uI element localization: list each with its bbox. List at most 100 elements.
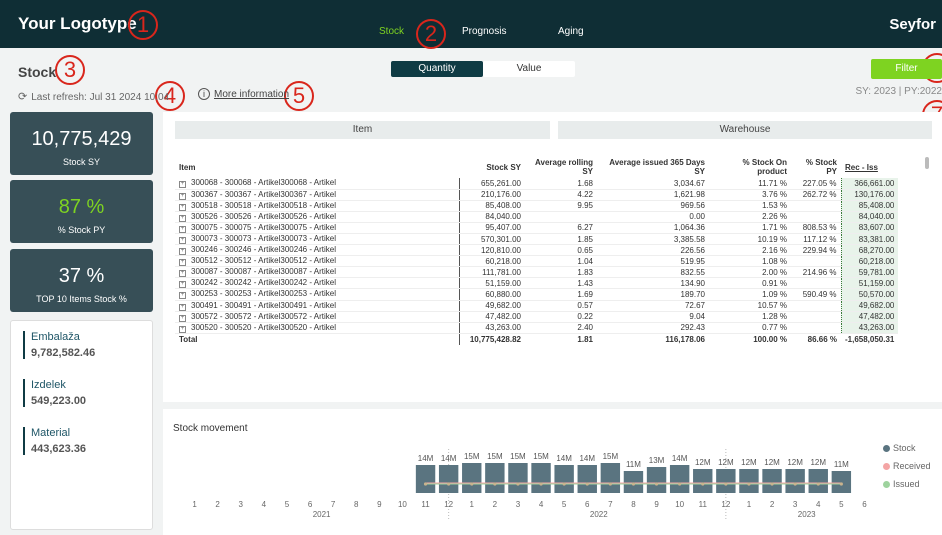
- table-row[interactable]: +300242 - 300242 - Artikel300242 - Artik…: [175, 277, 899, 290]
- legend-stock[interactable]: Stock: [883, 443, 916, 453]
- expand-icon[interactable]: +: [179, 203, 186, 211]
- col-header-avg-issued[interactable]: Average issued 365 Days SY: [597, 156, 709, 178]
- expand-icon[interactable]: +: [179, 259, 186, 267]
- table-cell: 2.16 %: [709, 244, 791, 257]
- col-header-rec-iss[interactable]: Rec - Iss: [841, 156, 898, 178]
- more-information-link[interactable]: More information: [214, 89, 289, 100]
- expand-icon[interactable]: +: [179, 303, 186, 311]
- table-row[interactable]: +300253 - 300253 - Artikel300253 - Artik…: [175, 288, 899, 301]
- bar-stock: [531, 463, 551, 493]
- table-cell: 68,270.00: [840, 244, 899, 257]
- tab-aging[interactable]: Aging: [558, 26, 584, 37]
- x-tick-label: 6: [862, 500, 867, 509]
- col-header-stock-on-product[interactable]: % Stock On product: [709, 156, 791, 178]
- expand-icon[interactable]: +: [179, 192, 186, 200]
- more-information[interactable]: i More information: [198, 88, 289, 100]
- series-point: [724, 482, 728, 486]
- x-tick-label: 7: [608, 500, 613, 509]
- expand-icon[interactable]: +: [179, 237, 186, 245]
- bar-data-label: 14M: [579, 454, 595, 463]
- table-cell: 51,159.00: [458, 277, 525, 290]
- expand-icon[interactable]: +: [179, 214, 186, 222]
- table-cell: 969.56: [597, 200, 709, 212]
- x-tick-label: 4: [816, 500, 821, 509]
- series-point: [839, 482, 843, 486]
- table-cell: 59,781.00: [840, 266, 899, 279]
- bar-stock: [485, 463, 505, 493]
- group-header-warehouse[interactable]: Warehouse: [558, 121, 932, 139]
- table-cell: [791, 322, 841, 334]
- table-row[interactable]: +300246 - 300246 - Artikel300246 - Artik…: [175, 244, 899, 257]
- legend-dot: [883, 445, 890, 453]
- bar-data-label: 14M: [672, 454, 688, 463]
- expand-icon[interactable]: +: [179, 225, 186, 233]
- table-cell: 10,775,428.82: [458, 332, 525, 346]
- expand-icon[interactable]: +: [179, 248, 186, 256]
- table-row[interactable]: +300491 - 300491 - Artikel300491 - Artik…: [175, 300, 899, 312]
- category-material[interactable]: Material 443,623.36: [23, 427, 86, 455]
- col-header-stock-sy[interactable]: Stock SY: [459, 156, 525, 178]
- table-row[interactable]: +300512 - 300512 - Artikel300512 - Artik…: [175, 255, 899, 268]
- table-scrollbar[interactable]: [925, 157, 929, 169]
- table-row[interactable]: +300518 - 300518 - Artikel300518 - Artik…: [175, 200, 899, 212]
- x-tick-label: 2: [770, 500, 775, 509]
- col-header-item[interactable]: Item: [175, 156, 459, 178]
- table-cell: 134.90: [597, 277, 709, 290]
- quantity-toggle[interactable]: Quantity: [391, 61, 483, 77]
- table-cell: 43,263.00: [840, 322, 899, 334]
- category-embalaza[interactable]: Embalaža 9,782,582.46: [23, 331, 95, 359]
- table-row[interactable]: +300526 - 300526 - Artikel300526 - Artik…: [175, 211, 899, 223]
- expand-icon[interactable]: +: [179, 270, 186, 278]
- table-row[interactable]: +300367 - 300367 - Artikel300367 - Artik…: [175, 189, 899, 201]
- bar-stock: [554, 465, 574, 493]
- value-toggle[interactable]: Value: [483, 61, 575, 77]
- table-cell: +300491 - 300491 - Artikel300491 - Artik…: [175, 300, 459, 312]
- series-point: [701, 482, 705, 486]
- group-header-item[interactable]: Item: [175, 121, 550, 139]
- table-cell: [791, 255, 841, 268]
- table-row[interactable]: +300068 - 300068 - Artikel300068 - Artik…: [175, 178, 899, 190]
- kpi-label: % Stock PY: [57, 225, 106, 235]
- category-name: Embalaža: [31, 331, 80, 343]
- table-row[interactable]: +300075 - 300075 - Artikel300075 - Artik…: [175, 222, 899, 234]
- item-name: 300253 - 300253 - Artikel300253 - Artike…: [191, 289, 336, 299]
- table-cell: 0.00: [597, 211, 709, 223]
- tab-prognosis[interactable]: Prognosis: [462, 26, 506, 37]
- expand-icon[interactable]: +: [179, 181, 186, 189]
- col-header-stock-py[interactable]: % Stock PY: [791, 156, 841, 178]
- table-cell: 1.08 %: [709, 255, 791, 268]
- table-cell: [791, 311, 841, 323]
- table-row[interactable]: +300073 - 300073 - Artikel300073 - Artik…: [175, 233, 899, 246]
- bar-data-label: 14M: [556, 454, 572, 463]
- table-row[interactable]: +300572 - 300572 - Artikel300572 - Artik…: [175, 311, 899, 323]
- table-cell: -1,658,050.31: [841, 332, 899, 346]
- table-cell: 95,407.00: [458, 222, 525, 234]
- bar-stock: [415, 465, 436, 493]
- legend-received[interactable]: Received: [883, 461, 931, 471]
- bar-stock: [785, 469, 805, 493]
- table-cell: 47,482.00: [458, 311, 525, 323]
- stock-movement-panel: Stock movement 1 2 3 4 5 6 7 8 9 10 11 14M 12 14M 1 15M…: [163, 409, 942, 535]
- table-cell: 83,607.00: [840, 222, 899, 234]
- last-refresh-text: Last refresh: Jul 31 2024 10:04: [31, 92, 170, 103]
- table-cell: 1.09 %: [709, 288, 791, 301]
- tab-stock[interactable]: Stock: [379, 26, 404, 37]
- legend-issued[interactable]: Issued: [883, 479, 920, 489]
- filter-button[interactable]: Filter: [871, 59, 942, 79]
- bar-stock: [646, 467, 667, 493]
- category-izdelek[interactable]: Izdelek 549,223.00: [23, 379, 86, 407]
- refresh-icon[interactable]: ⟳: [18, 91, 27, 103]
- x-tick-label: 11: [421, 500, 430, 509]
- kpi-label: TOP 10 Items Stock %: [36, 294, 127, 304]
- expand-icon[interactable]: +: [179, 281, 186, 289]
- expand-icon[interactable]: +: [179, 325, 186, 333]
- col-header-avg-rolling[interactable]: Average rolling SY: [525, 156, 597, 178]
- sy-py-label: SY: 2023 | PY:2022: [855, 86, 942, 97]
- x-tick-label: 10: [675, 500, 684, 509]
- expand-icon[interactable]: +: [179, 292, 186, 300]
- table-row[interactable]: +300087 - 300087 - Artikel300087 - Artik…: [175, 266, 899, 279]
- expand-icon[interactable]: +: [179, 314, 186, 322]
- bar-data-label: 12M: [741, 458, 757, 467]
- kpi-label: Stock SY: [62, 157, 100, 167]
- table-row[interactable]: +300520 - 300520 - Artikel300520 - Artik…: [175, 322, 899, 334]
